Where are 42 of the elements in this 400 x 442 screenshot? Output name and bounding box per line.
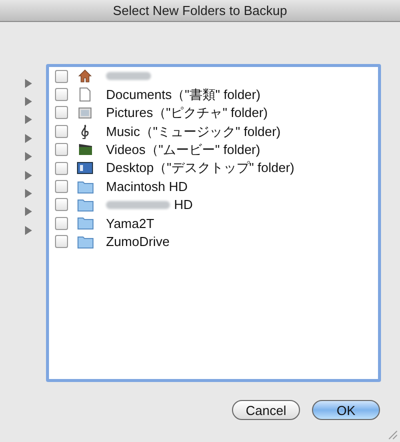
folder-name: Yama2T	[106, 214, 154, 233]
disclosure-triangle-icon[interactable]	[25, 134, 32, 143]
folder-icon	[76, 198, 94, 212]
folder-name: Documents（"書類" folder)	[106, 86, 260, 104]
checkbox[interactable]	[55, 143, 68, 156]
folder-name: Videos（"ムービー" folder)	[106, 141, 260, 160]
disclosure-triangle-icon[interactable]	[25, 78, 32, 88]
checkbox[interactable]	[55, 198, 68, 212]
folder-name: Pictures（"ピクチャ" folder)	[106, 104, 268, 122]
resize-grip-icon[interactable]	[388, 430, 398, 440]
cancel-button[interactable]: Cancel	[232, 400, 300, 420]
disclosure-triangle-icon[interactable]	[25, 189, 32, 198]
folder-name: Macintosh HD	[106, 178, 188, 196]
clapperboard-icon	[78, 143, 92, 156]
checkbox[interactable]	[55, 88, 68, 102]
checkbox[interactable]	[55, 162, 68, 175]
disclosure-triangle-icon[interactable]	[25, 170, 32, 180]
house-icon	[78, 69, 92, 84]
folder-icon	[76, 234, 94, 249]
folder-name: ZumoDrive	[106, 232, 170, 251]
folder-icon	[76, 180, 94, 194]
disclosure-triangle-icon[interactable]	[25, 207, 32, 216]
disclosure-triangle-icon[interactable]	[25, 226, 32, 235]
checkbox[interactable]	[55, 216, 68, 230]
disclosure-triangle-icon[interactable]	[25, 152, 32, 162]
folder-icon	[76, 216, 94, 230]
ok-button[interactable]: OK	[312, 400, 380, 420]
folder-name: HD	[174, 196, 193, 214]
folder-name: Music（"ミュージック" folder)	[106, 122, 281, 141]
disclosure-triangle-icon[interactable]	[25, 97, 32, 106]
checkbox[interactable]	[55, 235, 68, 248]
document-icon	[79, 87, 91, 102]
music-clef-icon	[80, 124, 90, 139]
disclosure-triangle-icon[interactable]	[25, 115, 32, 124]
checkbox[interactable]	[55, 180, 68, 194]
folder-name: Desktop（"デスクトップ" folder)	[106, 159, 294, 178]
desktop-icon	[77, 162, 93, 174]
checkbox[interactable]	[55, 106, 68, 120]
picture-frame-icon	[78, 106, 92, 120]
checkbox[interactable]	[55, 124, 68, 138]
title-bar: Select New Folders to Backup	[0, 0, 400, 22]
checkbox[interactable]	[55, 70, 68, 83]
